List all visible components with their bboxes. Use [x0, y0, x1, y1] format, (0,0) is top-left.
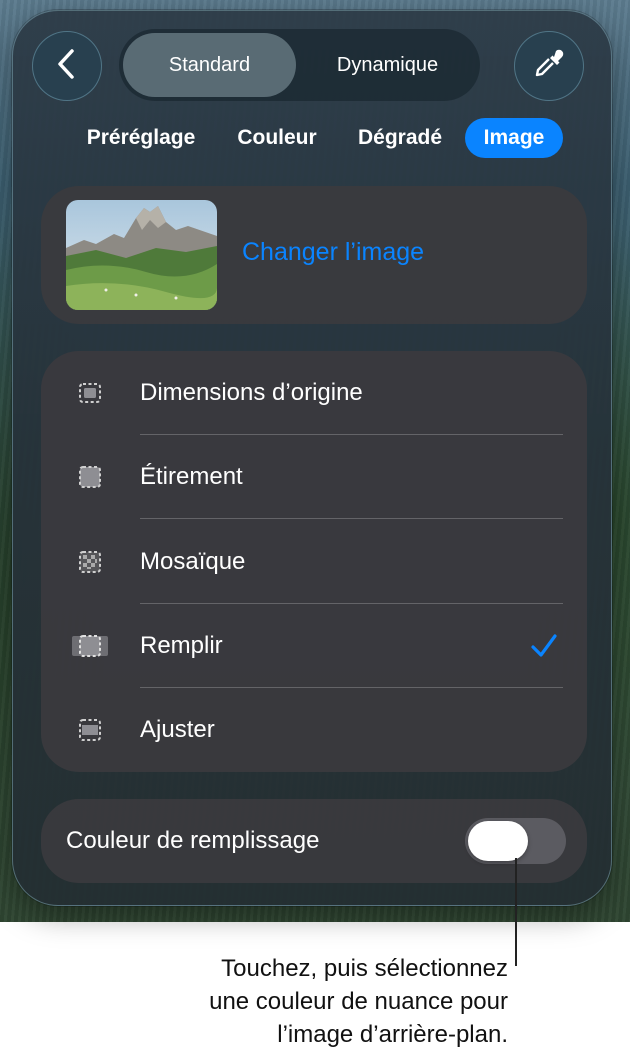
stretch-icon [75, 465, 105, 489]
toggle-knob [468, 821, 528, 861]
option-label: Étirement [140, 463, 243, 490]
image-thumbnail[interactable] [66, 200, 217, 310]
option-tile[interactable]: Mosaïque [41, 520, 587, 604]
image-card: Changer l’image [41, 186, 587, 324]
fill-color-label: Couleur de remplissage [66, 827, 320, 854]
option-label: Remplir [140, 632, 223, 659]
option-fill[interactable]: Remplir [41, 604, 587, 688]
eyedropper-button[interactable] [514, 31, 584, 101]
tile-icon [75, 550, 105, 574]
tab-preset[interactable]: Préréglage [76, 118, 206, 158]
original-size-icon [75, 381, 105, 405]
fill-color-row: Couleur de remplissage [41, 799, 587, 883]
callout-caption: Touchez, puis sélectionnez une couleur d… [209, 952, 508, 1051]
image-scaling-options: Dimensions d’origine Étirement Mosaïque … [41, 351, 587, 772]
checkmark-icon [529, 632, 559, 665]
tab-image[interactable]: Image [465, 118, 563, 158]
callout-line [515, 858, 517, 966]
option-fit[interactable]: Ajuster [41, 688, 587, 772]
callout-line-2: une couleur de nuance pour [209, 988, 508, 1015]
option-label: Ajuster [140, 716, 215, 743]
style-segmented-control: Standard Dynamique [119, 29, 480, 101]
callout-line-1: Touchez, puis sélectionnez [221, 955, 508, 982]
option-label: Dimensions d’origine [140, 379, 363, 406]
eyedropper-icon [532, 47, 566, 86]
callout-line-3: l’image d’arrière-plan. [277, 1021, 508, 1048]
segment-standard[interactable]: Standard [123, 33, 296, 97]
chevron-left-icon [54, 47, 80, 86]
tab-color[interactable]: Couleur [226, 118, 328, 158]
divider [140, 518, 563, 519]
option-label: Mosaïque [140, 548, 246, 575]
change-image-button[interactable]: Changer l’image [242, 238, 424, 267]
option-original-size[interactable]: Dimensions d’origine [41, 351, 587, 435]
fill-type-tabs: Préréglage Couleur Dégradé Image [0, 118, 630, 158]
fit-icon [75, 718, 105, 742]
tab-gradient[interactable]: Dégradé [346, 118, 454, 158]
fill-icon [71, 634, 109, 658]
back-button[interactable] [32, 31, 102, 101]
segment-dynamique[interactable]: Dynamique [299, 33, 476, 97]
option-stretch[interactable]: Étirement [41, 435, 587, 519]
